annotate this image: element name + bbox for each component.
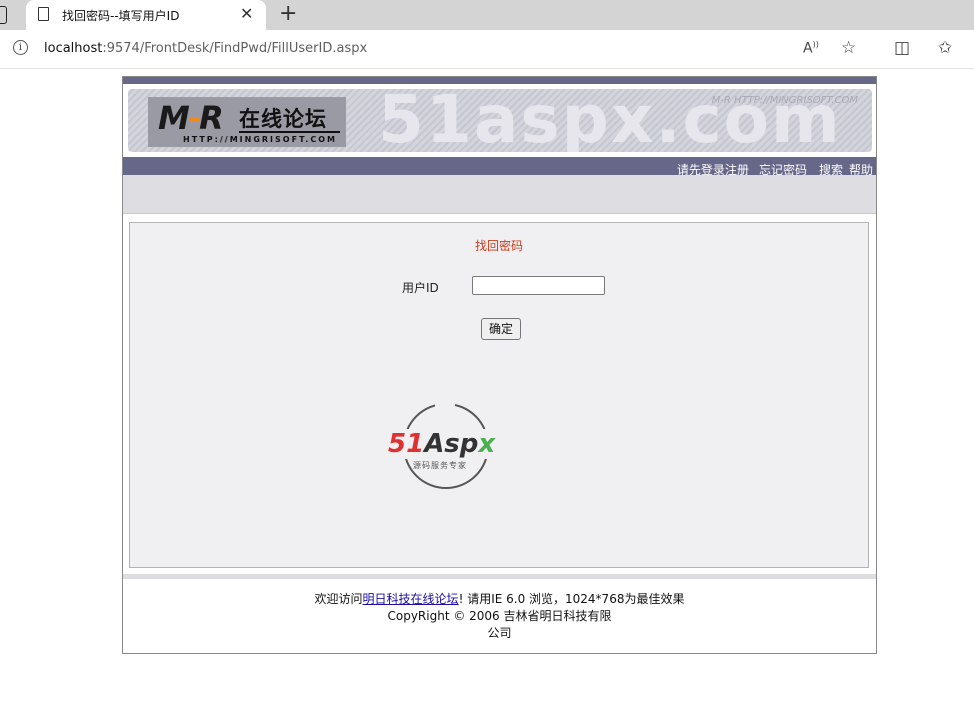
seal-ring-gap — [435, 400, 455, 407]
sub-nav-band — [123, 175, 876, 214]
site-logo[interactable]: M-R 在线论坛 HTTP://MINGRISOFT.COM — [148, 97, 346, 147]
seal-tagline: 源码服务专家 — [413, 461, 467, 470]
address-toolbar: i localhost:9574/FrontDesk/FindPwd/FillU… — [0, 30, 974, 69]
url-host: localhost — [44, 41, 103, 56]
new-tab-button[interactable]: + — [279, 1, 297, 26]
confirm-button[interactable]: 确定 — [481, 318, 521, 340]
favorites-icon[interactable]: ✩ — [938, 38, 952, 58]
split-screen-icon[interactable]: ◫ — [894, 38, 910, 58]
read-aloud-icon[interactable]: A)) — [803, 40, 819, 57]
footer-line-1: 欢迎访问明日科技在线论坛! 请用IE 6.0 浏览，1024*768为最佳效果 — [123, 591, 876, 608]
browser-tab[interactable]: 找回密码--填写用户ID ✕ — [26, 0, 266, 30]
forum-page: 51aspx.com M-R HTTP://MINGRISOFT.COM M-R… — [122, 76, 877, 654]
site-banner: 51aspx.com M-R HTTP://MINGRISOFT.COM M-R… — [128, 89, 872, 152]
footer-forum-link[interactable]: 明日科技在线论坛 — [363, 592, 459, 606]
userid-label: 用户ID — [402, 281, 439, 295]
address-bar[interactable]: localhost:9574/FrontDesk/FindPwd/FillUse… — [44, 41, 367, 56]
seal-brand: 51Aspx — [387, 429, 497, 459]
find-password-panel: 找回密码 用户ID 确定 51Aspx 源码服务专家 — [129, 222, 869, 568]
url-path: :9574/FrontDesk/FindPwd/FillUserID.aspx — [102, 41, 368, 56]
page-footer: 欢迎访问明日科技在线论坛! 请用IE 6.0 浏览，1024*768为最佳效果 … — [123, 591, 876, 642]
logo-mr: M-R — [158, 99, 224, 137]
footer-copyright-2: 公司 — [487, 626, 512, 640]
logo-title: 在线论坛 — [239, 107, 327, 131]
site-info-icon[interactable]: i — [13, 40, 28, 55]
tab-title: 找回密码--填写用户ID — [62, 9, 180, 23]
favorite-star-icon[interactable]: ☆ — [841, 38, 856, 58]
page-title: 找回密码 — [474, 239, 523, 253]
top-band — [123, 77, 876, 84]
prev-tab-edge[interactable] — [0, 6, 7, 24]
logo-underline — [239, 131, 340, 133]
tab-close-icon[interactable]: ✕ — [240, 4, 253, 23]
banner-watermark-url: M-R HTTP://MINGRISOFT.COM — [711, 95, 858, 106]
footer-copyright: CopyRight © 2006 吉林省明日科技有限 — [387, 609, 612, 623]
userid-input[interactable] — [472, 276, 605, 295]
51aspx-seal-logo: 51Aspx 源码服务专家 — [387, 400, 517, 496]
logo-site: HTTP://MINGRISOFT.COM — [183, 135, 337, 144]
footer-tail: ! 请用IE 6.0 浏览，1024*768为最佳效果 — [458, 592, 685, 606]
nav-bar: 请先登录注册 忘记密码 搜索 帮助 — [123, 157, 876, 177]
footer-welcome: 欢迎访问 — [314, 592, 363, 606]
footer-band — [123, 574, 876, 579]
tab-strip: 找回密码--填写用户ID ✕ + — [0, 0, 974, 30]
page-icon — [38, 7, 49, 21]
